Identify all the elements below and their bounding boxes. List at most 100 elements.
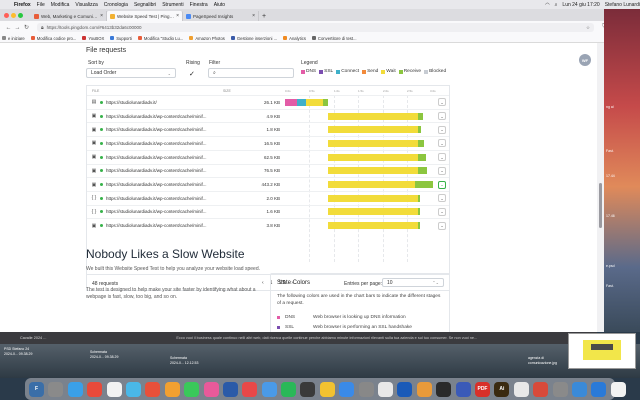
dock-app-icon[interactable]: Ai: [494, 381, 510, 397]
forward-icon[interactable]: →: [13, 25, 22, 31]
dock-app-icon[interactable]: [125, 381, 141, 397]
menu-modifica[interactable]: Modifica: [51, 2, 70, 8]
filter-input[interactable]: ⌕: [208, 68, 294, 78]
dock-app-icon[interactable]: [145, 381, 161, 397]
dock-app-icon[interactable]: [513, 381, 529, 397]
dock-app-icon[interactable]: [591, 381, 607, 397]
expand-row-button[interactable]: ⌄: [438, 112, 446, 121]
zoom-window-icon[interactable]: [18, 13, 23, 18]
dock-app-icon[interactable]: [339, 381, 355, 397]
sort-by-select[interactable]: Load Order ⌄: [86, 68, 176, 78]
expand-row-button[interactable]: ⌄: [438, 98, 446, 107]
table-row[interactable]: ▣ https://studiolunardiadv.it/wp-content/…: [87, 218, 449, 232]
screenshot-thumbnail[interactable]: [568, 333, 636, 369]
search-icon[interactable]: ⌕: [555, 2, 558, 8]
dock-app-icon[interactable]: [358, 381, 374, 397]
menubar-datetime[interactable]: Lun 24 giu 17:20: [562, 2, 599, 8]
table-row[interactable]: ▤ https://studiolunardiadv.it/26.1 KB ⌄: [87, 95, 449, 109]
dock-app-icon[interactable]: [571, 381, 587, 397]
menu-segnalibri[interactable]: Segnalibri: [134, 2, 156, 8]
menu-app[interactable]: Firefox: [14, 2, 31, 8]
dock-app-icon[interactable]: [552, 381, 568, 397]
table-row[interactable]: ▣ https://studiolunardiadv.it/wp-content/…: [87, 122, 449, 136]
table-row[interactable]: ▣ https://studiolunardiadv.it/wp-content/…: [87, 136, 449, 150]
bookmark-item[interactable]: YouBOX: [82, 36, 104, 41]
dock-app-icon[interactable]: F: [29, 381, 44, 397]
close-tab-icon[interactable]: ×: [252, 13, 255, 19]
expand-row-button[interactable]: ⌄: [438, 194, 446, 203]
dock-app-icon[interactable]: [242, 381, 258, 397]
bookmark-item[interactable]: e iniziare: [2, 36, 25, 41]
wifi-icon[interactable]: ◠: [545, 2, 549, 8]
dock-app-icon[interactable]: [87, 381, 103, 397]
close-tab-icon[interactable]: ×: [100, 13, 103, 19]
menubar-user[interactable]: Stefano Lunardi: [605, 2, 640, 8]
table-row[interactable]: ▣ https://studiolunardiadv.it/wp-content/…: [87, 163, 449, 178]
expand-row-button[interactable]: ⌄: [438, 221, 446, 230]
dock-app-icon[interactable]: [48, 381, 64, 397]
dock-app-icon[interactable]: [106, 381, 122, 397]
tab-pingdom[interactable]: Website Speed Test | Pingdom ×: [107, 11, 183, 21]
dock-app-icon[interactable]: [319, 381, 335, 397]
desktop-file[interactable]: PSD Stefano 24 2024-0... 09.38.29: [4, 347, 32, 356]
back-icon[interactable]: ←: [4, 25, 13, 31]
menu-aiuto[interactable]: Aiuto: [214, 2, 225, 8]
bookmark-item[interactable]: Supporti: [110, 36, 132, 41]
desktop-file[interactable]: Schermata 2024-0... 12.12.53: [170, 356, 198, 365]
lock-icon[interactable]: 🔒︎: [41, 25, 44, 31]
dock-app-icon[interactable]: [261, 381, 277, 397]
notification-left[interactable]: Cavalle 2024 ...: [20, 336, 46, 340]
menu-finestra[interactable]: Finestra: [190, 2, 208, 8]
bookmark-star-icon[interactable]: ☆: [586, 25, 590, 31]
tab-web-marketing[interactable]: Web, Marketing e Comunicazione ×: [31, 11, 107, 21]
reload-icon[interactable]: ↻: [22, 24, 31, 31]
scrollbar-thumb[interactable]: [599, 183, 602, 228]
expand-row-button[interactable]: ⌄: [438, 139, 446, 148]
dock-app-icon[interactable]: [533, 381, 549, 397]
table-row[interactable]: ▣ https://studiolunardiadv.it/wp-content/…: [87, 108, 449, 123]
expand-row-button[interactable]: ⌄: [438, 166, 446, 175]
table-row[interactable]: ▣ https://studiolunardiadv.it/wp-content/…: [87, 177, 449, 191]
avatar[interactable]: WF: [579, 54, 591, 66]
dock-app-icon[interactable]: [67, 381, 83, 397]
bookmark-item[interactable]: Convertitore di test...: [311, 36, 357, 41]
desktop-file[interactable]: agenzia di comunicazione.jpg: [528, 356, 566, 365]
dock-app-icon[interactable]: [416, 381, 432, 397]
bookmark-item[interactable]: Modifica "Studio Lu...: [137, 36, 183, 41]
menu-cronologia[interactable]: Cronologia: [104, 2, 128, 8]
new-tab-button[interactable]: +: [259, 11, 269, 21]
page-scrollbar[interactable]: [597, 43, 604, 332]
dock-app-icon[interactable]: [378, 381, 394, 397]
bookmark-item[interactable]: Analytics: [283, 36, 306, 41]
table-row[interactable]: { } https://studiolunardiadv.it/wp-conten…: [87, 190, 449, 205]
prev-page-button[interactable]: ‹: [262, 280, 264, 286]
expand-row-button[interactable]: ⌄: [438, 125, 446, 134]
expand-row-button[interactable]: ⌄: [438, 207, 446, 216]
close-tab-icon[interactable]: ×: [176, 13, 179, 19]
desktop-file[interactable]: Schermata 2024-0... 09.38.29: [90, 350, 118, 359]
bookmark-item[interactable]: Amazon Photos: [189, 36, 225, 41]
table-row[interactable]: { } https://studiolunardiadv.it/wp-conten…: [87, 204, 449, 219]
dock-app-icon[interactable]: [610, 381, 626, 397]
bookmark-item[interactable]: Gestione inserzioni ...: [230, 36, 277, 41]
dock-app-icon[interactable]: [455, 381, 471, 397]
dock-app-icon[interactable]: [164, 381, 180, 397]
table-row[interactable]: ▣ https://studiolunardiadv.it/wp-content/…: [87, 149, 449, 164]
tab-pagespeed[interactable]: PageSpeed Insights ×: [183, 11, 259, 21]
close-window-icon[interactable]: [4, 13, 9, 18]
minimize-window-icon[interactable]: [11, 13, 16, 18]
dock-app-icon[interactable]: PDF: [474, 381, 490, 397]
dock-app-icon[interactable]: [281, 381, 297, 397]
dock-app-icon[interactable]: [436, 381, 452, 397]
dock-app-icon[interactable]: [397, 381, 413, 397]
menu-file[interactable]: File: [37, 2, 45, 8]
bookmark-item[interactable]: Modifica codice pro...: [30, 36, 76, 41]
dock-app-icon[interactable]: [300, 381, 316, 397]
expand-row-button[interactable]: ⌄: [438, 153, 446, 162]
dock-app-icon[interactable]: [203, 381, 219, 397]
rising-checkbox[interactable]: ✓: [189, 70, 195, 78]
menu-visualizza[interactable]: Visualizza: [75, 2, 97, 8]
menu-strumenti[interactable]: Strumenti: [162, 2, 183, 8]
dock-app-icon[interactable]: [222, 381, 238, 397]
expand-row-button[interactable]: ⌄: [438, 180, 446, 189]
